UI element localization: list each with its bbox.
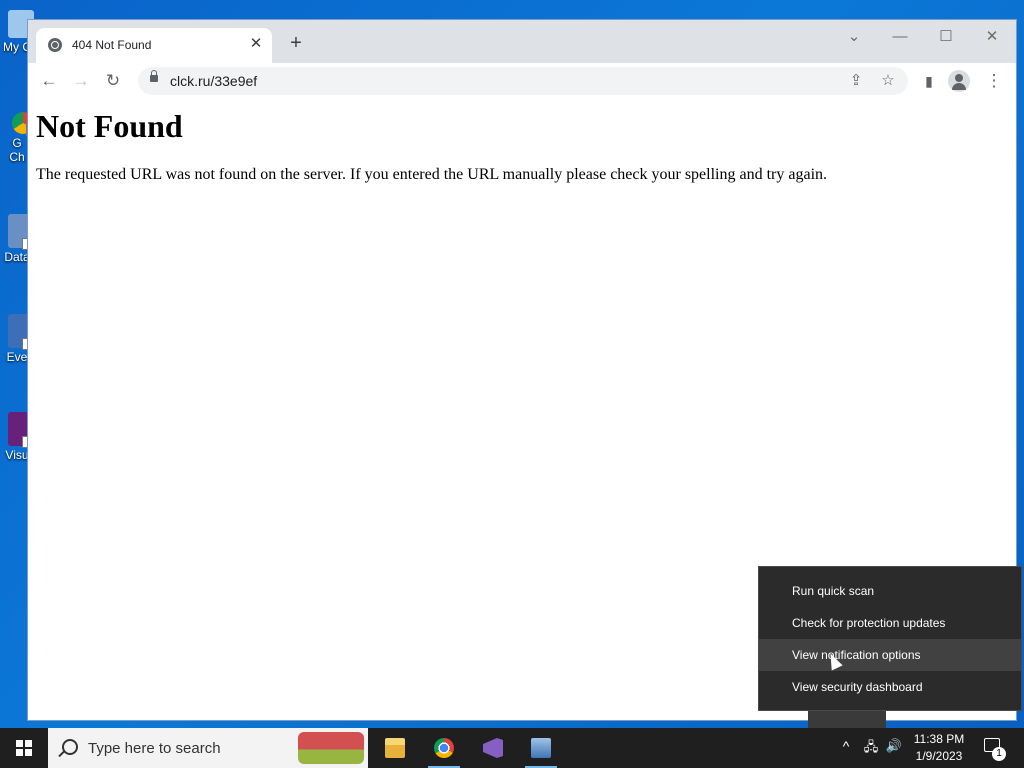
forward-button[interactable]: → <box>68 68 94 94</box>
clock[interactable]: 11:38 PM 1/9/2023 <box>902 731 976 765</box>
tab-404-not-found[interactable]: 404 Not Found ✕ <box>36 28 272 63</box>
taskbar: Type here to search ^ 🖧 🔊 11:38 PM 1/9/2… <box>0 728 1024 768</box>
url-text[interactable]: clck.ru/33e9ef <box>170 73 257 89</box>
error-message: The requested URL was not found on the s… <box>36 166 828 183</box>
bookmark-star-icon[interactable]: ☆ <box>876 69 900 93</box>
network-app-icon <box>531 738 551 758</box>
search-icon <box>62 739 78 755</box>
close-window-button[interactable]: ✕ <box>972 26 1012 48</box>
menu-item-view-notification-options[interactable]: View notification options <box>759 639 1021 671</box>
windows-logo-icon <box>16 740 32 756</box>
maximize-button[interactable]: ☐ <box>926 26 966 48</box>
taskbar-visual-studio[interactable] <box>470 728 516 768</box>
network-icon[interactable]: 🖧 <box>860 738 882 760</box>
chrome-icon <box>434 738 454 758</box>
tab-strip: 404 Not Found ✕ + ⌄ — ☐ ✕ <box>28 20 1016 63</box>
address-bar[interactable]: clck.ru/33e9ef ⇪ ☆ <box>138 67 908 95</box>
notification-center-button[interactable]: 1 <box>982 736 1006 761</box>
clock-time: 11:38 PM <box>913 732 965 746</box>
menu-item-check-updates[interactable]: Check for protection updates <box>759 607 1021 639</box>
globe-icon <box>48 38 62 52</box>
volume-icon[interactable]: 🔊 <box>884 738 904 754</box>
search-placeholder: Type here to search <box>88 740 221 757</box>
side-panel-icon[interactable]: ▮ <box>916 68 942 94</box>
clock-date: 1/9/2023 <box>915 749 963 763</box>
back-button[interactable]: ← <box>36 68 62 94</box>
menu-item-view-security-dashboard[interactable]: View security dashboard <box>759 671 1021 703</box>
taskbar-search-box[interactable]: Type here to search <box>48 728 368 768</box>
tab-title: 404 Not Found <box>72 38 152 52</box>
new-tab-button[interactable]: + <box>284 32 308 56</box>
search-highlight-image <box>298 732 364 764</box>
taskbar-chrome[interactable] <box>421 728 467 768</box>
menu-item-run-quick-scan[interactable]: Run quick scan <box>759 575 1021 607</box>
file-explorer-icon <box>385 738 405 758</box>
tray-chevron-icon[interactable]: ^ <box>838 738 854 754</box>
tab-search-button[interactable]: ⌄ <box>834 26 874 48</box>
page-title: Not Found <box>36 108 183 144</box>
reload-button[interactable]: ↻ <box>100 68 126 94</box>
share-icon[interactable]: ⇪ <box>844 69 868 93</box>
start-button[interactable] <box>0 728 48 768</box>
notification-count-badge: 1 <box>992 747 1006 761</box>
lock-icon[interactable] <box>150 70 158 82</box>
minimize-button[interactable]: — <box>880 26 920 48</box>
security-context-menu: Run quick scan Check for protection upda… <box>758 566 1022 711</box>
browser-menu-button[interactable]: ⋮ <box>981 68 1007 94</box>
taskbar-file-explorer[interactable] <box>372 728 418 768</box>
tray-overflow-peek <box>808 711 886 728</box>
profile-avatar[interactable] <box>948 70 970 92</box>
visual-studio-icon <box>483 738 503 758</box>
browser-toolbar: ← → ↻ clck.ru/33e9ef ⇪ ☆ ▮ ⋮ <box>28 63 1016 101</box>
taskbar-network-app[interactable] <box>518 728 564 768</box>
tab-close-button[interactable]: ✕ <box>246 34 266 54</box>
